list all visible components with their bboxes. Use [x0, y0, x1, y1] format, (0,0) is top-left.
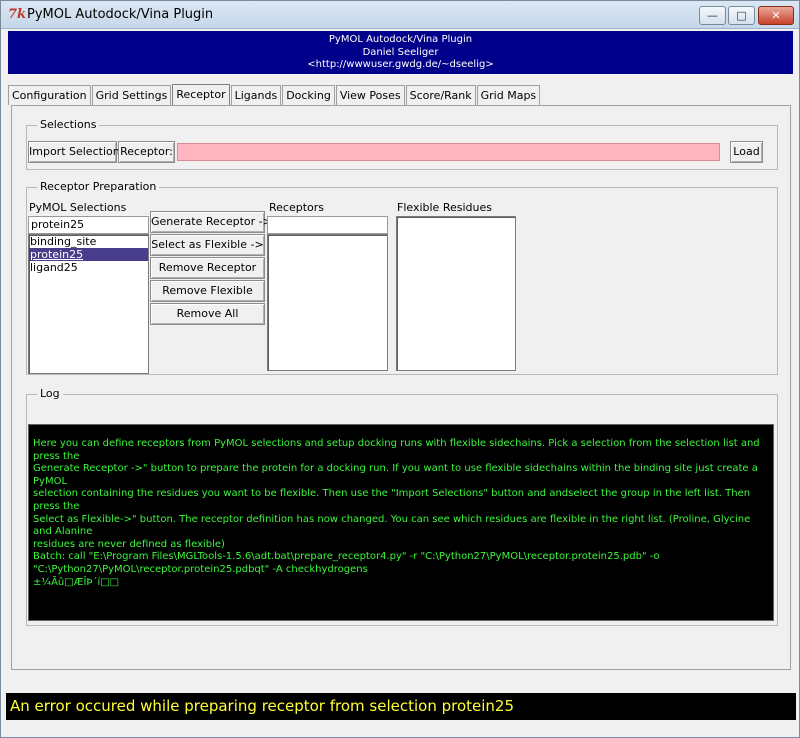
pymol-selections-list[interactable]: binding_site protein25 ligand25 — [28, 234, 149, 374]
import-selections-button[interactable]: Import Selections — [28, 141, 125, 163]
list-item-selected[interactable]: protein25 — [29, 248, 148, 261]
close-button[interactable]: ✕ — [758, 6, 794, 25]
plugin-header-banner: PyMOL Autodock/Vina Plugin Daniel Seelig… — [8, 31, 793, 74]
app-window: 7k PyMOL Autodock/Vina Plugin — □ ✕ PyMO… — [0, 0, 800, 738]
select-as-flexible-button[interactable]: Select as Flexible -> — [150, 234, 265, 256]
tab-receptor[interactable]: Receptor — [172, 84, 230, 106]
log-line: ±¼Ãû□ÆÎÞ´í□□ — [33, 576, 120, 588]
tab-grid-maps[interactable]: Grid Maps — [476, 85, 541, 105]
list-item[interactable]: binding_site — [29, 235, 148, 248]
tab-score-rank[interactable]: Score/Rank — [405, 85, 476, 105]
status-message-bar: An error occured while preparing recepto… — [6, 693, 796, 720]
banner-title: PyMOL Autodock/Vina Plugin — [328, 34, 473, 45]
flexible-residues-list[interactable] — [396, 216, 516, 371]
log-group: Log Here you can define receptors from P… — [26, 387, 778, 626]
receptor-label-button[interactable]: Receptor: — [118, 141, 175, 163]
log-line: residues are never defined as flexible) — [33, 538, 225, 550]
log-output[interactable]: Here you can define receptors from PyMOL… — [28, 424, 774, 621]
log-line: Here you can define receptors from PyMOL… — [33, 438, 763, 462]
tab-configuration[interactable]: Configuration — [8, 85, 91, 105]
load-button[interactable]: Load — [730, 141, 763, 163]
banner-url: <http://wwwuser.gwdg.de/~dseelig> — [307, 59, 494, 70]
log-line: Generate Receptor ->" button to prepare … — [33, 463, 762, 487]
tk-app-icon: 7k — [8, 7, 27, 22]
minimize-button[interactable]: — — [699, 6, 726, 25]
receptors-list[interactable] — [267, 234, 388, 371]
receptors-entry[interactable] — [267, 216, 388, 234]
tab-ligands[interactable]: Ligands — [230, 85, 282, 105]
receptor-preparation-group: Receptor Preparation PyMOL Selections pr… — [26, 180, 778, 375]
pymol-selections-label: PyMOL Selections — [29, 201, 127, 214]
close-icon: ✕ — [771, 9, 781, 22]
remove-receptor-button[interactable]: Remove Receptor — [150, 257, 265, 279]
selection-entry[interactable]: protein25 — [28, 216, 149, 234]
remove-flexible-button[interactable]: Remove Flexible — [150, 280, 265, 302]
log-group-label: Log — [37, 387, 63, 400]
list-item[interactable]: ligand25 — [29, 261, 148, 274]
tab-grid-settings[interactable]: Grid Settings — [91, 85, 172, 105]
maximize-icon: □ — [736, 9, 747, 22]
minimize-icon: — — [707, 9, 718, 22]
receptor-tab-panel: Selections Import Selections Receptor: L… — [11, 105, 791, 670]
log-line: Batch: call "E:\Program Files\MGLTools-1… — [33, 551, 660, 563]
title-bar[interactable]: 7k PyMOL Autodock/Vina Plugin — □ ✕ — [1, 1, 799, 29]
receptors-label: Receptors — [269, 201, 325, 214]
tab-docking[interactable]: Docking — [282, 85, 335, 105]
log-line: selection containing the residues you wa… — [33, 488, 754, 512]
receptor-preparation-group-label: Receptor Preparation — [37, 180, 160, 193]
flexible-residues-label: Flexible Residues — [397, 201, 492, 214]
maximize-button[interactable]: □ — [728, 6, 755, 25]
receptor-file-field[interactable] — [177, 143, 720, 161]
log-line: "C:\Python27\PyMOL\receptor.protein25.pd… — [33, 563, 368, 575]
log-line: Select as Flexible->" button. The recept… — [33, 513, 754, 538]
remove-all-button[interactable]: Remove All — [150, 303, 265, 325]
generate-receptor-button[interactable]: Generate Receptor -> — [150, 211, 272, 233]
banner-author: Daniel Seeliger — [362, 46, 439, 58]
window-title: PyMOL Autodock/Vina Plugin — [27, 7, 214, 22]
selections-group: Selections Import Selections Receptor: L… — [26, 118, 778, 170]
tab-bar: Configuration Grid Settings Receptor Lig… — [8, 84, 541, 106]
tab-view-poses[interactable]: View Poses — [335, 85, 405, 105]
selections-group-label: Selections — [37, 118, 100, 131]
